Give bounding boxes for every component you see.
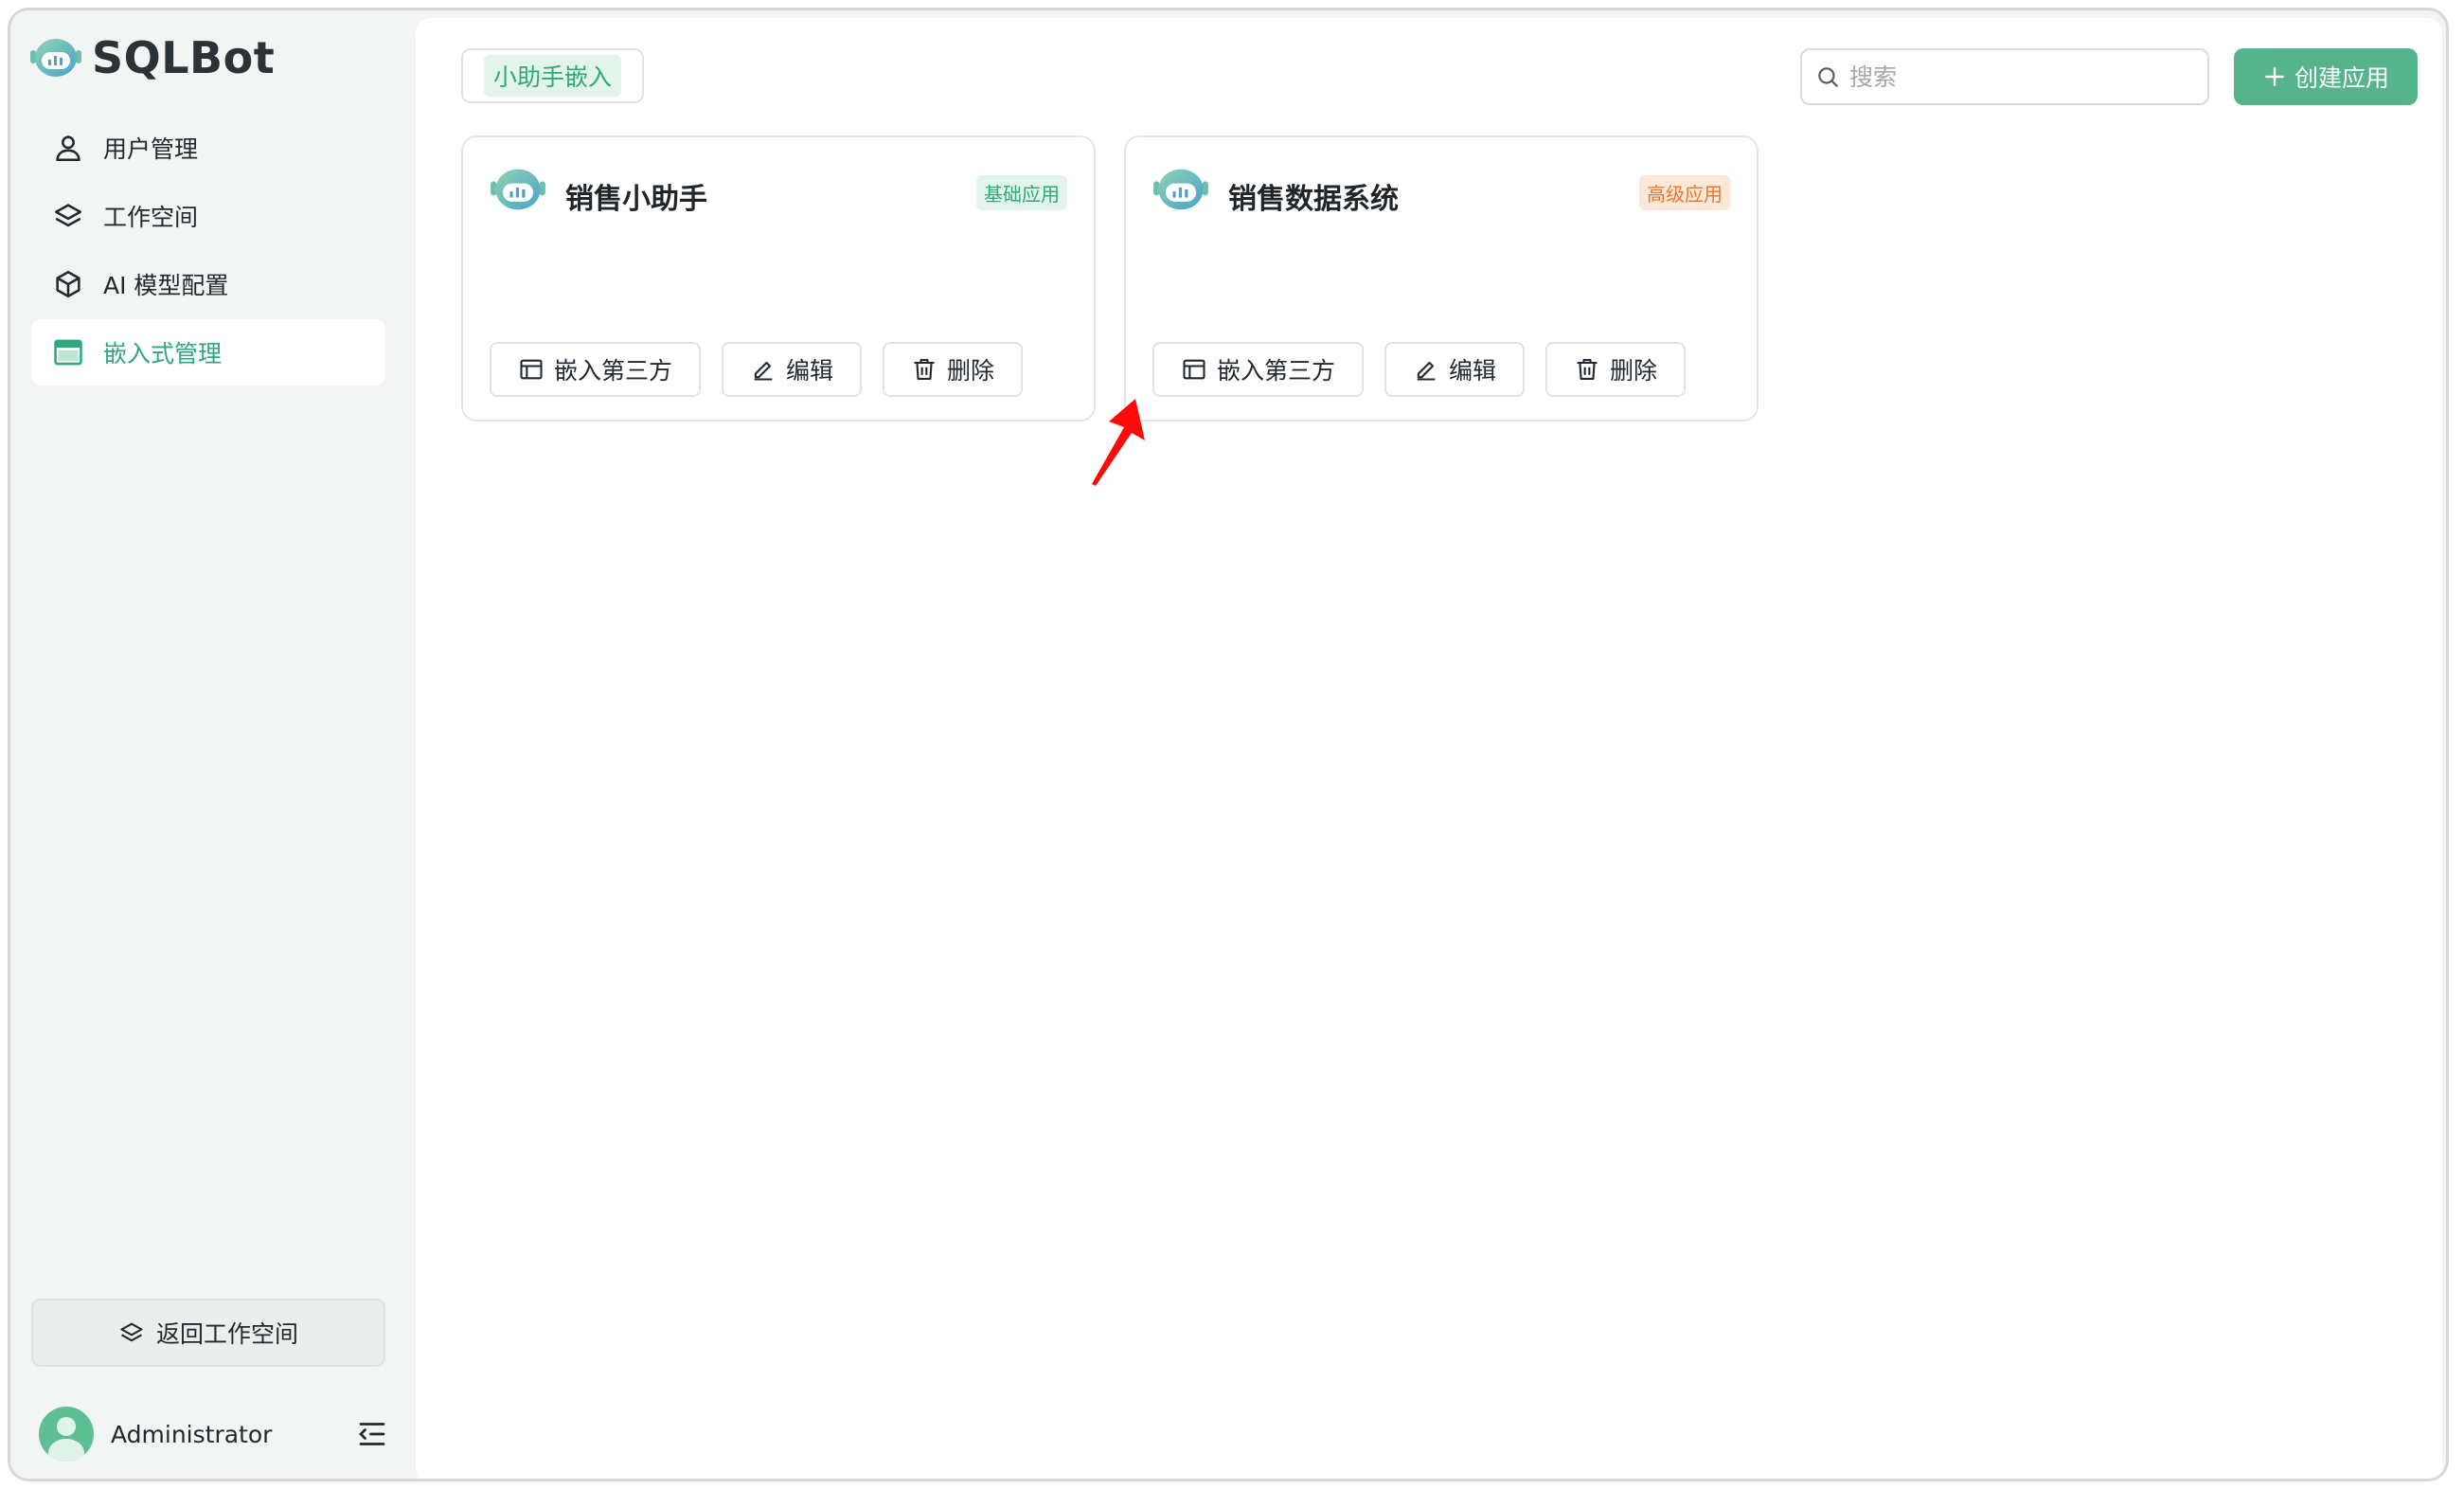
robot-app-icon bbox=[1153, 169, 1208, 210]
app-name: SQLBot bbox=[92, 32, 276, 83]
search-icon bbox=[1818, 67, 1838, 87]
back-to-workspace-label: 返回工作空间 bbox=[155, 1320, 298, 1348]
embed-third-party-label: 嵌入第三方 bbox=[554, 357, 673, 385]
robot-app-icon bbox=[491, 169, 545, 210]
plus-icon bbox=[2265, 67, 2284, 86]
app-card-actions: 嵌入第三方 编辑 删除 bbox=[490, 342, 1024, 397]
user-icon bbox=[56, 135, 80, 162]
trash-icon bbox=[1577, 359, 1598, 380]
delete-label: 删除 bbox=[947, 357, 995, 385]
cube-icon bbox=[56, 270, 80, 298]
sidebar-item-label: 嵌入式管理 bbox=[103, 340, 223, 368]
edit-button[interactable]: 编辑 bbox=[1384, 342, 1526, 397]
embed-third-party-button[interactable]: 嵌入第三方 bbox=[1152, 342, 1365, 397]
sidebar-item-ai-model-config[interactable]: AI 模型配置 bbox=[31, 251, 385, 317]
sidebar-item-label: AI 模型配置 bbox=[103, 272, 229, 299]
main-content: 小助手嵌入 创建应用 bbox=[416, 18, 2442, 1479]
edit-icon bbox=[1417, 361, 1436, 381]
avatar[interactable] bbox=[39, 1407, 94, 1462]
search-input[interactable] bbox=[1849, 63, 2190, 91]
edit-icon bbox=[754, 361, 773, 381]
sidebar: SQLBot 用户管理 工作空间 AI 模型配置 嵌入式管理 返回工作空间 Ad… bbox=[10, 10, 408, 1479]
embed-third-party-button[interactable]: 嵌入第三方 bbox=[490, 342, 702, 397]
user-profile: Administrator bbox=[39, 1403, 389, 1465]
app-card: 销售小助手 基础应用 嵌入第三方 编辑 删除 bbox=[461, 135, 1096, 422]
create-app-button[interactable]: 创建应用 bbox=[2234, 48, 2418, 105]
app-card-actions: 嵌入第三方 编辑 删除 bbox=[1152, 342, 1687, 397]
layers-icon bbox=[54, 204, 82, 227]
app-logo: SQLBot bbox=[29, 29, 275, 86]
window-icon bbox=[1183, 359, 1205, 380]
sidebar-item-user-management[interactable]: 用户管理 bbox=[31, 115, 385, 181]
edit-label: 编辑 bbox=[1449, 357, 1497, 385]
create-app-label: 创建应用 bbox=[2294, 64, 2389, 92]
tab-label: 小助手嵌入 bbox=[484, 55, 622, 97]
window-icon bbox=[54, 339, 82, 366]
edit-label: 编辑 bbox=[786, 357, 834, 385]
sqlbot-logo-icon bbox=[30, 39, 81, 77]
app-type-badge: 高级应用 bbox=[1639, 175, 1730, 210]
app-card: 销售数据系统 高级应用 嵌入第三方 编辑 删除 bbox=[1124, 135, 1759, 422]
sidebar-item-workspace[interactable]: 工作空间 bbox=[31, 183, 385, 249]
trash-icon bbox=[914, 359, 935, 380]
annotation-arrow-icon bbox=[1092, 399, 1145, 486]
sidebar-nav: 用户管理 工作空间 AI 模型配置 嵌入式管理 bbox=[31, 115, 385, 387]
app-window: SQLBot 用户管理 工作空间 AI 模型配置 嵌入式管理 返回工作空间 Ad… bbox=[8, 8, 2449, 1481]
edit-button[interactable]: 编辑 bbox=[722, 342, 863, 397]
tab-assistant-embed[interactable]: 小助手嵌入 bbox=[461, 48, 645, 103]
window-icon bbox=[520, 359, 543, 380]
app-type-badge: 基础应用 bbox=[976, 175, 1067, 210]
delete-button[interactable]: 删除 bbox=[883, 342, 1024, 397]
layers-icon bbox=[120, 1322, 143, 1342]
app-card-title: 销售小助手 bbox=[565, 183, 707, 216]
collapse-sidebar-icon[interactable] bbox=[355, 1417, 389, 1451]
sidebar-item-label: 工作空间 bbox=[103, 204, 199, 231]
sidebar-item-embedded-management[interactable]: 嵌入式管理 bbox=[31, 319, 385, 386]
back-to-workspace-button[interactable]: 返回工作空间 bbox=[31, 1299, 385, 1367]
app-card-title: 销售数据系统 bbox=[1228, 183, 1399, 216]
embed-third-party-label: 嵌入第三方 bbox=[1217, 357, 1336, 385]
search-box[interactable] bbox=[1800, 48, 2209, 105]
delete-button[interactable]: 删除 bbox=[1545, 342, 1687, 397]
user-name: Administrator bbox=[111, 1420, 273, 1448]
sidebar-item-label: 用户管理 bbox=[103, 135, 199, 163]
delete-label: 删除 bbox=[1610, 357, 1658, 385]
